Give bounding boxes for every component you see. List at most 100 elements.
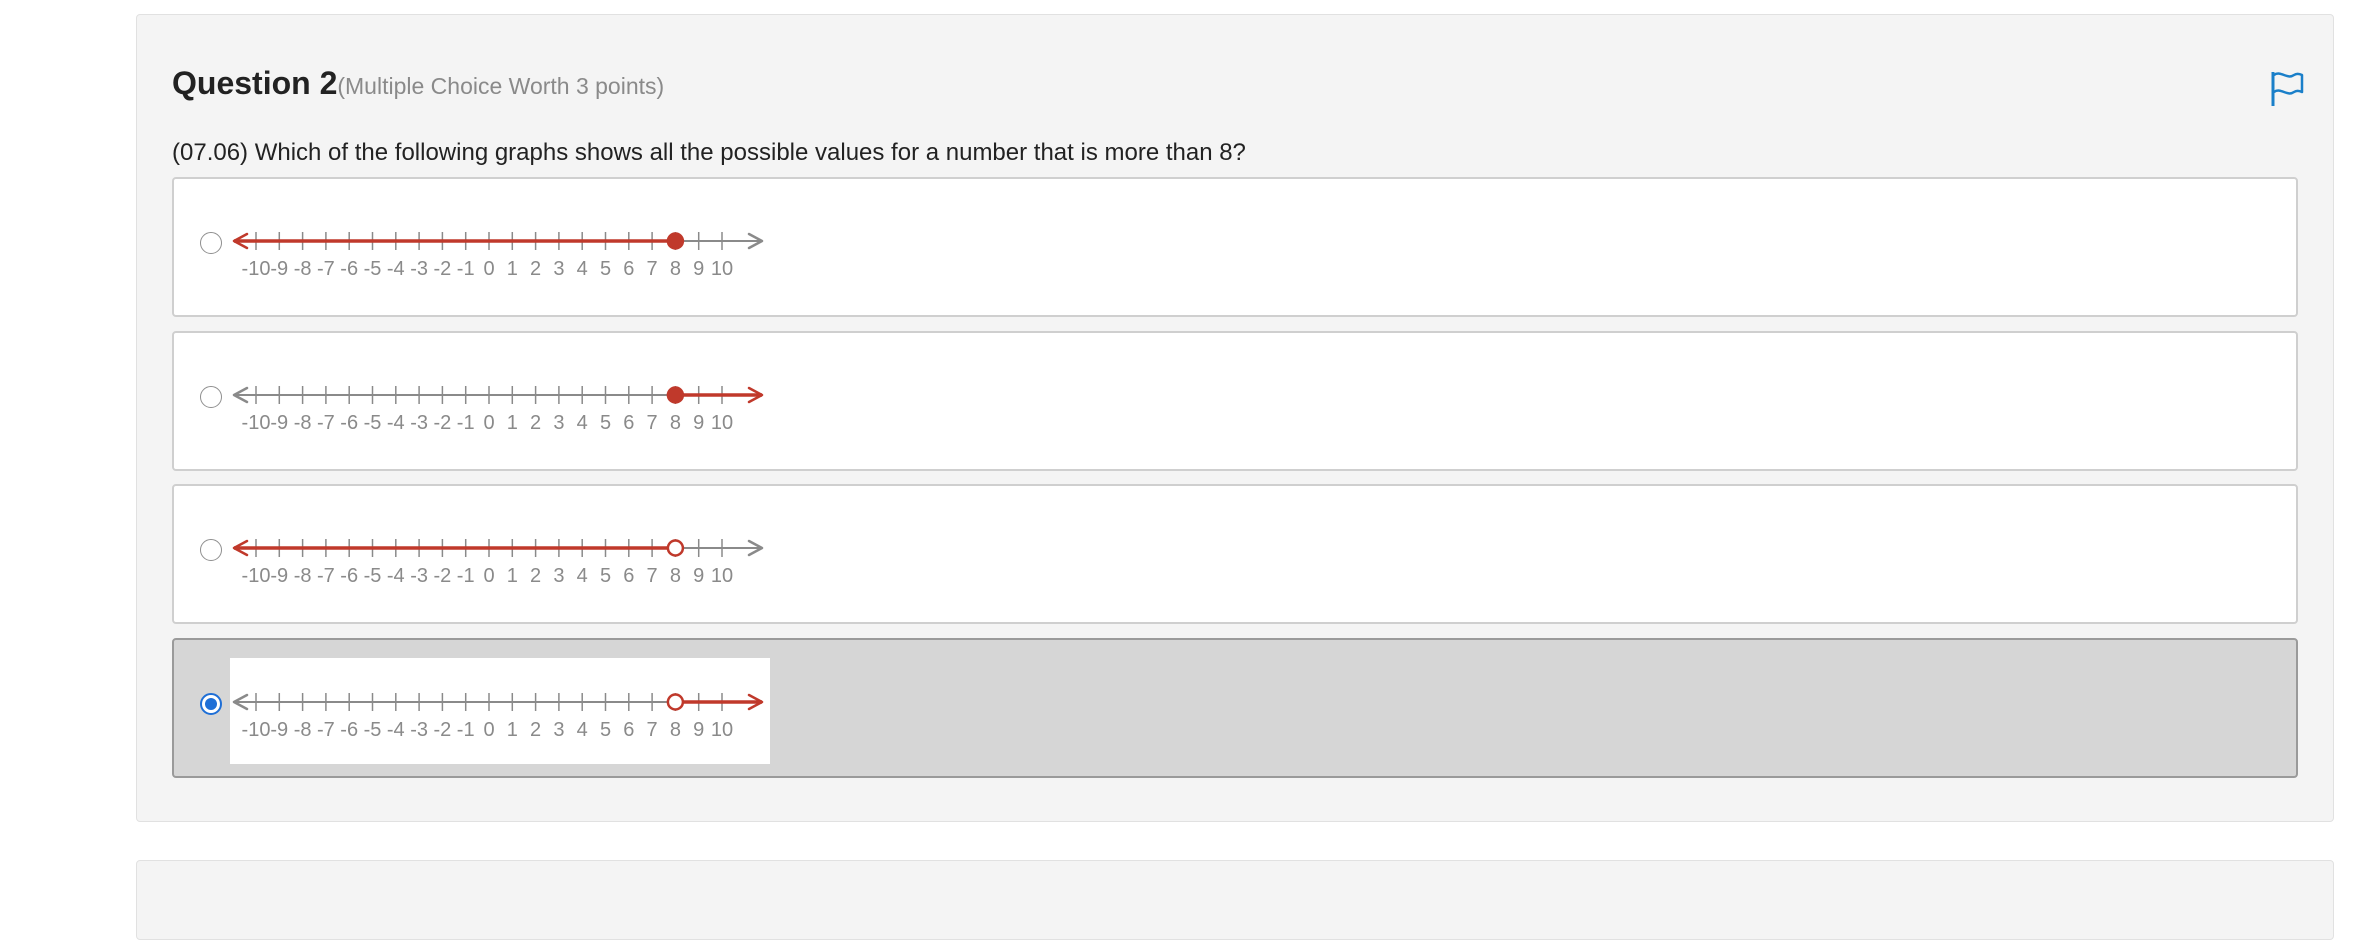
tick-label: 4 bbox=[577, 565, 588, 587]
tick-label: 2 bbox=[530, 565, 541, 587]
number-line-graph-2: -10 -9 -8 -7 -6 -5 -4 -3 -2 -1 0 1 2 3 4 5 6 7 8 9 10 bbox=[230, 351, 770, 457]
tick-label: -6 bbox=[340, 412, 358, 434]
question-text: (07.06) Which of the following graphs sh… bbox=[172, 139, 1246, 166]
tick-label: 6 bbox=[623, 719, 634, 741]
flag-icon[interactable] bbox=[2269, 69, 2305, 109]
closed-circle bbox=[666, 386, 685, 404]
number-line-graph-3: -10 -9 -8 -7 -6 -5 -4 -3 -2 -1 0 1 2 3 4 5 6 7 8 9 10 bbox=[230, 504, 770, 610]
tick-label: 0 bbox=[483, 258, 494, 280]
tick-label: -10 bbox=[242, 719, 271, 741]
number-line-4: -10 -9 -8 -7 -6 -5 -4 -3 -2 -1 0 1 2 3 4 5 6 7 8 9 10 bbox=[232, 693, 764, 741]
tick-label: -1 bbox=[457, 258, 475, 280]
question-title: Question 2 bbox=[172, 65, 338, 101]
radio-button-2[interactable] bbox=[200, 386, 222, 408]
tick-label: -5 bbox=[364, 412, 382, 434]
tick-label: -7 bbox=[317, 412, 335, 434]
tick-label: -7 bbox=[317, 719, 335, 741]
question-worth: (Multiple Choice Worth 3 points) bbox=[337, 73, 665, 99]
tick-label: 7 bbox=[647, 565, 658, 587]
tick-label: 1 bbox=[507, 258, 518, 280]
tick-label: -8 bbox=[294, 412, 312, 434]
tick-label: 2 bbox=[530, 719, 541, 741]
tick-label: 5 bbox=[600, 412, 611, 434]
tick-label: 6 bbox=[623, 565, 634, 587]
question-header: Question 2(Multiple Choice Worth 3 point… bbox=[172, 65, 664, 102]
tick-label: -9 bbox=[270, 565, 288, 587]
tick-label: -7 bbox=[317, 565, 335, 587]
tick-label: 10 bbox=[711, 719, 733, 741]
tick-label: -9 bbox=[270, 412, 288, 434]
next-question-card bbox=[136, 860, 2334, 940]
tick-label: 7 bbox=[647, 412, 658, 434]
radio-button-4[interactable] bbox=[200, 693, 222, 715]
tick-label: 3 bbox=[553, 258, 564, 280]
tick-label: 0 bbox=[483, 412, 494, 434]
tick-label: 4 bbox=[577, 412, 588, 434]
tick-label: 3 bbox=[553, 719, 564, 741]
tick-label: -3 bbox=[410, 412, 428, 434]
tick-label: -3 bbox=[410, 719, 428, 741]
tick-label: 4 bbox=[577, 719, 588, 741]
tick-label: 1 bbox=[507, 565, 518, 587]
answer-choice-3[interactable]: -10 -9 -8 -7 -6 -5 -4 -3 -2 -1 0 1 2 3 4 5 6 7 8 9 10 bbox=[172, 484, 2298, 624]
tick-label: 2 bbox=[530, 412, 541, 434]
tick-label: -4 bbox=[387, 565, 405, 587]
tick-label: 10 bbox=[711, 565, 733, 587]
tick-label: 6 bbox=[623, 258, 634, 280]
tick-label: 3 bbox=[553, 412, 564, 434]
tick-label: 9 bbox=[693, 258, 704, 280]
answer-choice-1[interactable]: -10 -9 -8 -7 -6 -5 -4 -3 -2 -1 0 1 2 3 4 5 6 7 8 9 10 bbox=[172, 177, 2298, 317]
tick-label: 0 bbox=[483, 565, 494, 587]
answer-choice-2[interactable]: -10 -9 -8 -7 -6 -5 -4 -3 -2 -1 0 1 2 3 4 5 6 7 8 9 10 bbox=[172, 331, 2298, 471]
number-line-graph-4: -10 -9 -8 -7 -6 -5 -4 -3 -2 -1 0 1 2 3 4 5 6 7 8 9 10 bbox=[230, 658, 770, 764]
open-circle bbox=[666, 693, 685, 711]
tick-label: -4 bbox=[387, 258, 405, 280]
tick-label: 9 bbox=[693, 412, 704, 434]
tick-label: 10 bbox=[711, 258, 733, 280]
number-line-3: -10 -9 -8 -7 -6 -5 -4 -3 -2 -1 0 1 2 3 4 5 6 7 8 9 10 bbox=[232, 539, 764, 587]
closed-circle bbox=[666, 232, 685, 250]
tick-label: 5 bbox=[600, 719, 611, 741]
tick-label: -8 bbox=[294, 258, 312, 280]
tick-label: -4 bbox=[387, 719, 405, 741]
tick-label: -3 bbox=[410, 258, 428, 280]
tick-label: 4 bbox=[577, 258, 588, 280]
tick-label: -6 bbox=[340, 258, 358, 280]
tick-label: -5 bbox=[364, 565, 382, 587]
tick-label: -10 bbox=[242, 565, 271, 587]
tick-label: -6 bbox=[340, 565, 358, 587]
tick-label: -7 bbox=[317, 258, 335, 280]
number-line-1: -10 -9 -8 -7 -6 -5 -4 -3 -2 -1 0 1 2 3 4 5 6 7 8 9 10 bbox=[232, 232, 764, 280]
tick-label: 7 bbox=[647, 258, 658, 280]
radio-button-1[interactable] bbox=[200, 232, 222, 254]
tick-label: -1 bbox=[457, 412, 475, 434]
tick-label: -4 bbox=[387, 412, 405, 434]
tick-label: 9 bbox=[693, 719, 704, 741]
tick-label: -2 bbox=[434, 565, 452, 587]
tick-label: -9 bbox=[270, 258, 288, 280]
tick-label: 6 bbox=[623, 412, 634, 434]
tick-label: 9 bbox=[693, 565, 704, 587]
tick-label: 5 bbox=[600, 565, 611, 587]
tick-label: 1 bbox=[507, 412, 518, 434]
tick-label: 0 bbox=[483, 719, 494, 741]
question-card: Question 2(Multiple Choice Worth 3 point… bbox=[136, 14, 2334, 822]
tick-label: 8 bbox=[670, 719, 681, 741]
radio-button-3[interactable] bbox=[200, 539, 222, 561]
tick-label: -6 bbox=[340, 719, 358, 741]
tick-label: -2 bbox=[434, 258, 452, 280]
tick-label: 8 bbox=[670, 258, 681, 280]
tick-label: 5 bbox=[600, 258, 611, 280]
tick-label: -9 bbox=[270, 719, 288, 741]
tick-label: 1 bbox=[507, 719, 518, 741]
number-line-2: -10 -9 -8 -7 -6 -5 -4 -3 -2 -1 0 1 2 3 4 5 6 7 8 9 10 bbox=[232, 386, 764, 434]
tick-label: -3 bbox=[410, 565, 428, 587]
tick-label: 10 bbox=[711, 412, 733, 434]
answer-choice-4[interactable]: -10 -9 -8 -7 -6 -5 -4 -3 -2 -1 0 1 2 3 4 5 6 7 8 9 10 bbox=[172, 638, 2298, 778]
tick-label: 2 bbox=[530, 258, 541, 280]
tick-label: 7 bbox=[647, 719, 658, 741]
tick-label: 3 bbox=[553, 565, 564, 587]
tick-label: -10 bbox=[242, 412, 271, 434]
tick-label: -1 bbox=[457, 565, 475, 587]
tick-label: -8 bbox=[294, 565, 312, 587]
